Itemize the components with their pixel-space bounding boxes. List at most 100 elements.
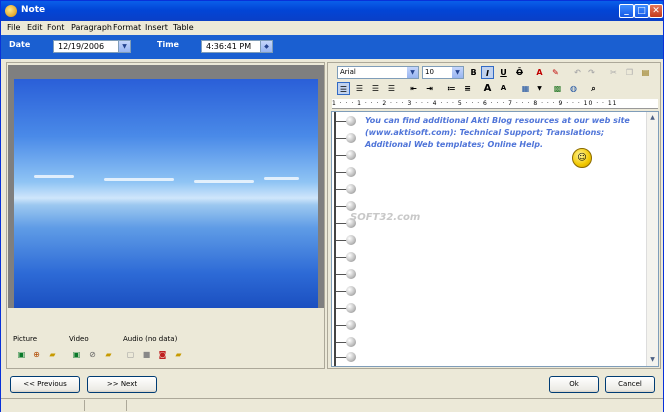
date-value: 12/19/2006	[58, 42, 105, 51]
spin-icon[interactable]: ◆	[260, 41, 272, 52]
outdent-button[interactable]: ⇤	[407, 82, 420, 95]
strikethrough-button[interactable]: Ō	[513, 66, 526, 79]
cloud	[264, 177, 299, 180]
menu-edit[interactable]: Edit	[27, 23, 43, 32]
font-size-combo[interactable]: 10 ▼	[422, 66, 464, 79]
spiral-ring	[336, 184, 358, 194]
note-editor[interactable]: You can find additional Akti Blog resour…	[331, 111, 659, 367]
font-color-button[interactable]: A	[533, 66, 546, 79]
spiral-ring	[336, 252, 358, 262]
align-center-button[interactable]: ☰	[353, 82, 366, 95]
button-bar: << Previous >> Next Ok Cancel	[1, 371, 663, 397]
audio-label: Audio (no data)	[123, 335, 178, 343]
menu-insert[interactable]: Insert	[145, 23, 168, 32]
window-title: Note	[21, 5, 46, 15]
video-play-icon[interactable]: ▣	[71, 349, 82, 360]
copy-icon[interactable]: ❐	[623, 66, 636, 79]
bullet-list-button[interactable]: ≔	[445, 82, 458, 95]
find-icon[interactable]: ⌕	[587, 82, 600, 95]
stop-icon[interactable]: ■	[141, 349, 152, 360]
spiral-binding	[336, 114, 358, 364]
status-bar	[1, 398, 663, 412]
maximize-button[interactable]: □	[634, 4, 649, 18]
chevron-down-icon[interactable]: ▼	[452, 67, 463, 78]
menu-table[interactable]: Table	[173, 23, 194, 32]
cloud	[194, 180, 254, 183]
spiral-ring	[336, 286, 358, 296]
date-time-bar: Date 12/19/2006 ▼ Time 4:36:41 PM ◆	[1, 35, 663, 59]
spiral-ring	[336, 167, 358, 177]
chevron-down-icon[interactable]: ▼	[407, 67, 418, 78]
title-bar[interactable]: Note _ □ ✕	[1, 1, 663, 21]
vertical-scrollbar[interactable]: ▲ ▼	[646, 112, 658, 366]
folder-open-icon[interactable]: ▰	[103, 349, 114, 360]
folder-open-icon[interactable]: ▰	[47, 349, 58, 360]
note-window: Note _ □ ✕ File Edit Font Paragraph Form…	[0, 0, 664, 412]
media-panel: Picture Video Audio (no data) ▣ ⊕ ▰ ▣ ⊘ …	[6, 62, 325, 369]
bold-button[interactable]: B	[467, 66, 480, 79]
watermark: SOFT32.com	[350, 212, 421, 223]
indent-button[interactable]: ⇥	[423, 82, 436, 95]
spiral-ring	[336, 337, 358, 347]
insert-image-icon[interactable]: ▩	[551, 82, 564, 95]
menu-bar: File Edit Font Paragraph Format Insert T…	[1, 21, 663, 35]
spiral-ring	[336, 352, 358, 362]
cut-icon[interactable]: ✂	[607, 66, 620, 79]
align-right-button[interactable]: ☰	[369, 82, 382, 95]
justify-button[interactable]: ☰	[385, 82, 398, 95]
zoom-in-icon[interactable]: ⊕	[31, 349, 42, 360]
scroll-down-icon[interactable]: ▼	[647, 354, 658, 365]
ruler[interactable]: 1 · · · 1 · · · 2 · · · 3 · · · 4 · · · …	[332, 99, 658, 109]
video-label: Video	[69, 335, 89, 343]
picture-image[interactable]	[14, 79, 318, 308]
spiral-ring	[336, 269, 358, 279]
numbered-list-button[interactable]: ≡	[461, 82, 474, 95]
shrink-font-button[interactable]: A	[497, 82, 510, 95]
undo-icon[interactable]: ↶	[571, 66, 584, 79]
status-cell	[87, 400, 127, 411]
table-icon[interactable]: ▦	[519, 82, 532, 95]
redo-icon[interactable]: ↷	[585, 66, 598, 79]
menu-file[interactable]: File	[7, 23, 20, 32]
chevron-down-icon[interactable]: ▼	[118, 41, 130, 52]
time-spinner[interactable]: 4:36:41 PM ◆	[201, 40, 273, 53]
ok-button[interactable]: Ok	[549, 376, 599, 393]
smiley-icon: ☺	[572, 148, 592, 168]
menu-font[interactable]: Font	[47, 23, 64, 32]
italic-button[interactable]: I	[481, 66, 494, 79]
align-left-button[interactable]: ☰	[337, 82, 350, 95]
paste-icon[interactable]: ▤	[639, 66, 652, 79]
close-button[interactable]: ✕	[649, 4, 663, 18]
spiral-ring	[336, 150, 358, 160]
paragraph-toolbar: ☰ ☰ ☰ ☰ ⇤ ⇥ ≔ ≡ A A ▦ ▼ ▩ ◍ ⌕	[331, 82, 661, 96]
globe-icon[interactable]: ◍	[567, 82, 580, 95]
underline-button[interactable]: U	[497, 66, 510, 79]
picture-play-icon[interactable]: ▣	[16, 349, 27, 360]
editor-panel: Arial ▼ 10 ▼ B I U Ō A ✎ ↶ ↷ ✂ ❐ ▤ ☰ ☰ ☰…	[327, 62, 661, 369]
minimize-button[interactable]: _	[619, 4, 634, 18]
spiral-ring	[336, 235, 358, 245]
folder-open-icon[interactable]: ▰	[173, 349, 184, 360]
scroll-up-icon[interactable]: ▲	[647, 112, 658, 123]
date-label: Date	[9, 40, 31, 49]
menu-paragraph[interactable]: Paragraph	[71, 23, 112, 32]
time-value: 4:36:41 PM	[206, 42, 252, 51]
next-button[interactable]: >> Next	[87, 376, 157, 393]
spiral-ring	[336, 116, 358, 126]
cancel-button[interactable]: Cancel	[605, 376, 655, 393]
previous-button[interactable]: << Previous	[10, 376, 80, 393]
menu-format[interactable]: Format	[113, 23, 141, 32]
chevron-down-icon[interactable]: ▼	[533, 82, 546, 95]
highlight-button[interactable]: ✎	[549, 66, 562, 79]
note-text[interactable]: You can find additional Akti Blog resour…	[365, 115, 645, 151]
no-entry-icon[interactable]: ⊘	[87, 349, 98, 360]
font-name-value: Arial	[340, 68, 356, 76]
record-icon[interactable]: ◙	[157, 349, 168, 360]
status-cell	[3, 400, 85, 411]
date-picker[interactable]: 12/19/2006 ▼	[53, 40, 131, 53]
picture-frame	[8, 65, 324, 308]
font-name-combo[interactable]: Arial ▼	[337, 66, 419, 79]
audio-play-icon[interactable]: ▢	[125, 349, 136, 360]
grow-font-button[interactable]: A	[481, 82, 494, 95]
cloud	[34, 175, 74, 178]
